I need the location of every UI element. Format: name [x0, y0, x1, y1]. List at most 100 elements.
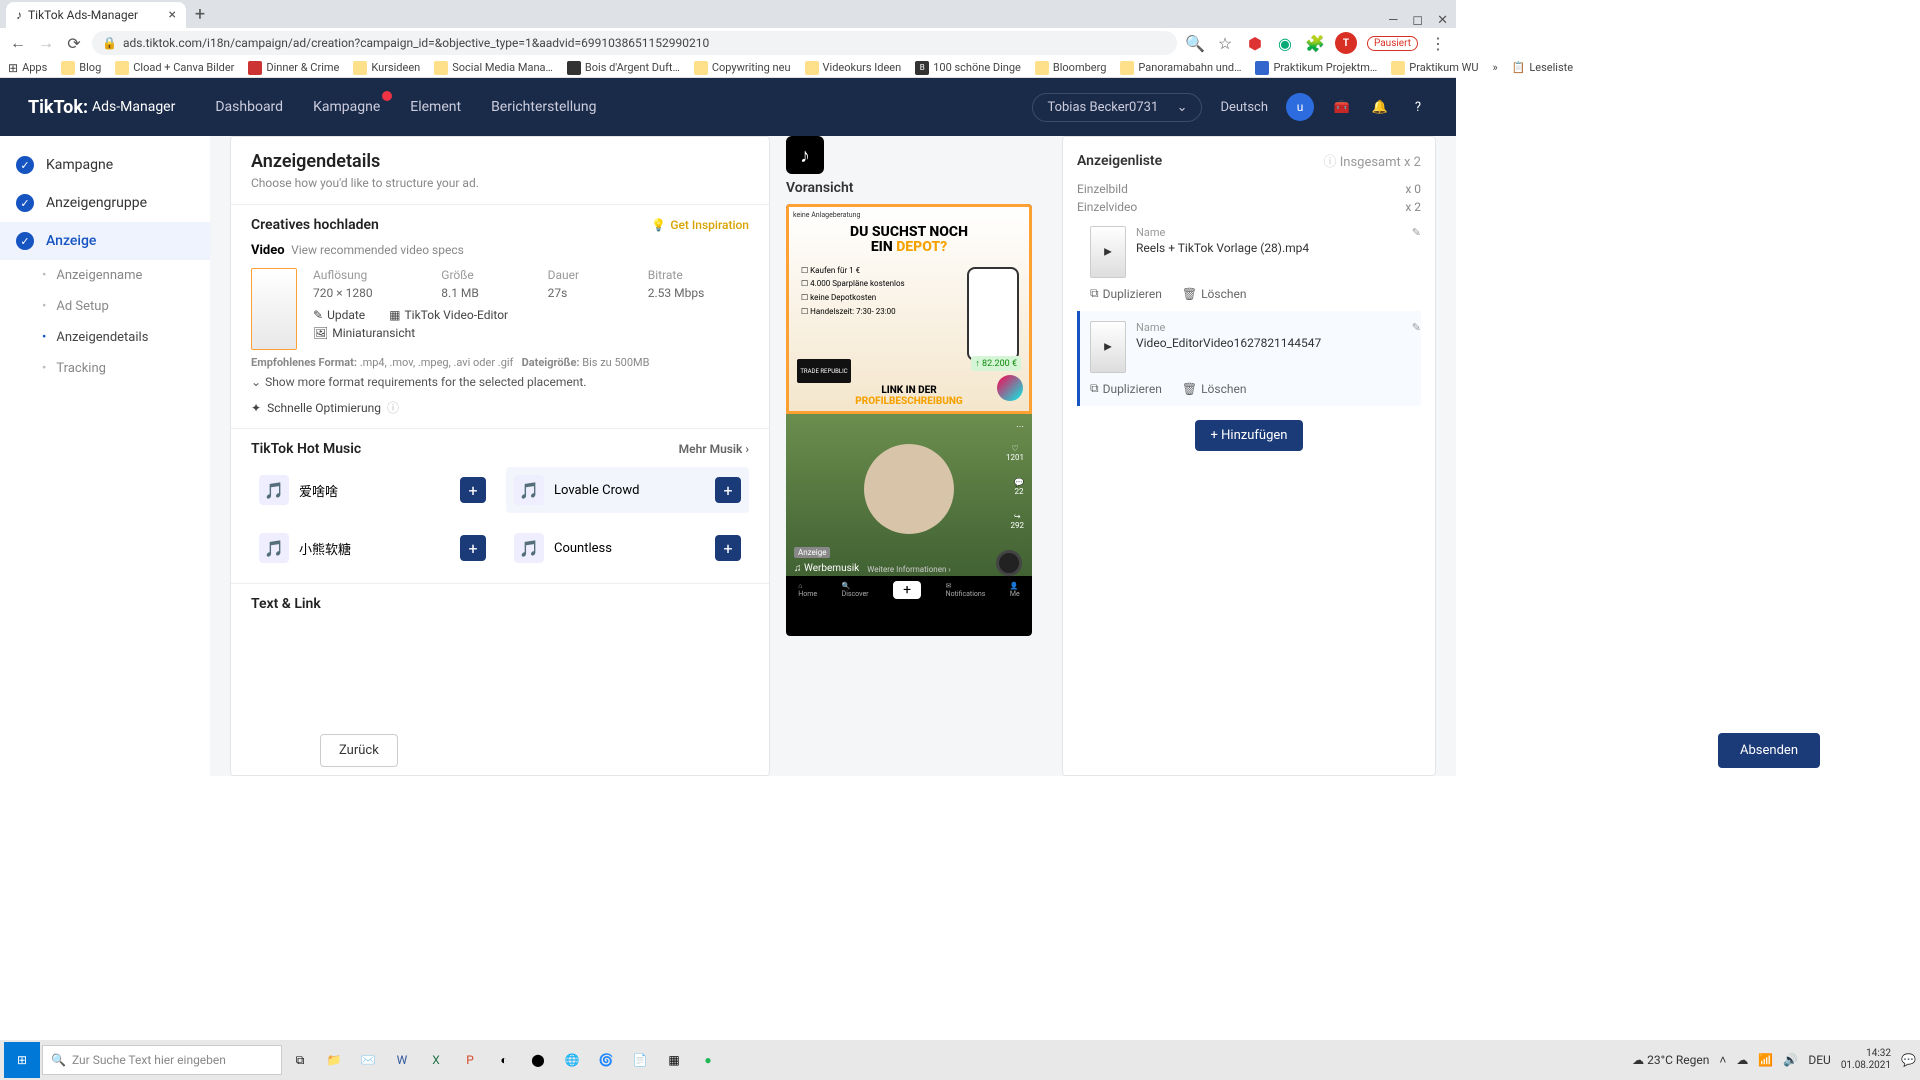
- add-music-button[interactable]: +: [715, 477, 741, 503]
- home-icon[interactable]: ⌂Home: [798, 582, 817, 598]
- edge-icon[interactable]: 🌀: [590, 1044, 622, 1076]
- notifications-icon[interactable]: 💬: [1901, 1053, 1916, 1067]
- extension-icon-2[interactable]: ◉: [1275, 33, 1295, 53]
- update-video-button[interactable]: ✎Update: [313, 308, 365, 322]
- music-track[interactable]: 🎵Lovable Crowd+: [506, 467, 749, 513]
- explorer-icon[interactable]: 📁: [318, 1044, 350, 1076]
- bookmark-item[interactable]: Videokurs Ideen: [805, 61, 902, 75]
- ad-card[interactable]: Name✎ Reels + TikTok Vorlage (28).mp4 ⧉D…: [1077, 216, 1421, 311]
- bookmark-item[interactable]: Panoramabahn und…: [1120, 61, 1241, 75]
- get-inspiration-link[interactable]: 💡Get Inspiration: [651, 218, 749, 232]
- tray-chevron-icon[interactable]: ˄: [1719, 1053, 1726, 1067]
- fast-optimization-toggle[interactable]: ✦Schnelle Optimierungⓘ: [251, 399, 749, 416]
- taskbar-search[interactable]: 🔍 Zur Suche Text hier eingeben: [42, 1045, 282, 1075]
- window-close-icon[interactable]: ✕: [1437, 13, 1448, 28]
- window-maximize-icon[interactable]: ◻: [1412, 13, 1423, 28]
- app-icon-2[interactable]: ▦: [658, 1044, 690, 1076]
- step-campaign[interactable]: ✓Kampagne: [0, 146, 210, 184]
- extension-icon[interactable]: ⬢: [1245, 33, 1265, 53]
- show-more-requirements[interactable]: ⌄Show more format requirements for the s…: [251, 375, 749, 389]
- obs-icon[interactable]: ⬤: [522, 1044, 554, 1076]
- nav-campaign[interactable]: Kampagne: [313, 99, 380, 115]
- comment-icon[interactable]: 💬: [1014, 478, 1024, 487]
- heart-icon[interactable]: ♡: [1011, 444, 1018, 453]
- add-music-button[interactable]: +: [460, 477, 486, 503]
- powerpoint-icon[interactable]: P: [454, 1044, 486, 1076]
- video-thumbnail[interactable]: [251, 268, 297, 350]
- duplicate-button[interactable]: ⧉Duplizieren: [1090, 381, 1162, 396]
- reload-icon[interactable]: ⟳: [64, 33, 84, 53]
- mail-icon[interactable]: ✉️: [352, 1044, 384, 1076]
- bookmark-overflow[interactable]: »: [1492, 61, 1497, 74]
- share-icon[interactable]: ↪: [1014, 512, 1021, 521]
- task-view-icon[interactable]: ⧉: [284, 1044, 316, 1076]
- help-icon[interactable]: ?: [1408, 97, 1428, 117]
- notepad-icon[interactable]: 📄: [624, 1044, 656, 1076]
- browser-tab[interactable]: ♪ TikTok Ads-Manager ×: [6, 2, 186, 28]
- chrome-menu-icon[interactable]: ⋮: [1428, 33, 1448, 53]
- clock[interactable]: 14:32 01.08.2021: [1841, 1048, 1891, 1072]
- nav-element[interactable]: Element: [410, 99, 461, 115]
- word-icon[interactable]: W: [386, 1044, 418, 1076]
- apps-bookmark[interactable]: ⊞Apps: [8, 61, 47, 75]
- excel-icon[interactable]: X: [420, 1044, 452, 1076]
- video-editor-button[interactable]: ▦TikTok Video-Editor: [389, 308, 508, 322]
- bookmark-item[interactable]: Praktikum WU: [1391, 61, 1478, 75]
- user-avatar[interactable]: u: [1286, 93, 1314, 121]
- view-specs-link[interactable]: View recommended video specs: [291, 243, 464, 257]
- nav-dashboard[interactable]: Dashboard: [215, 99, 283, 115]
- bookmark-item[interactable]: Cload + Canva Bilder: [115, 61, 234, 75]
- info-icon[interactable]: ⓘ: [387, 399, 399, 416]
- duplicate-button[interactable]: ⧉Duplizieren: [1090, 286, 1162, 301]
- bookmark-item[interactable]: Dinner & Crime: [248, 61, 339, 75]
- submit-button[interactable]: Absenden: [1718, 733, 1820, 768]
- music-track[interactable]: 🎵爱啥啥+: [251, 467, 494, 513]
- bookmark-item[interactable]: Blog: [61, 61, 101, 75]
- substep-adsetup[interactable]: Ad Setup: [26, 291, 210, 322]
- discover-icon[interactable]: 🔍Discover: [842, 582, 869, 598]
- account-selector[interactable]: Tobias Becker0731 ⌄: [1032, 93, 1202, 122]
- add-music-button[interactable]: +: [460, 535, 486, 561]
- substep-tracking[interactable]: Tracking: [26, 353, 210, 384]
- bookmark-item[interactable]: Social Media Mana…: [434, 61, 553, 75]
- extensions-puzzle-icon[interactable]: 🧩: [1305, 33, 1325, 53]
- bookmark-item[interactable]: Copywriting neu: [694, 61, 791, 75]
- bookmark-item[interactable]: Kursideen: [353, 61, 420, 75]
- step-ad[interactable]: ✓Anzeige: [0, 222, 210, 260]
- star-icon[interactable]: ☆: [1215, 33, 1235, 53]
- substep-adname[interactable]: Anzeigenname: [26, 260, 210, 291]
- bookmark-item[interactable]: Praktikum Projektm…: [1255, 61, 1377, 75]
- tiktok-logo[interactable]: TikTok: Ads-Manager: [28, 97, 175, 118]
- profile-avatar[interactable]: T: [1335, 32, 1357, 54]
- bookmark-item[interactable]: B100 schöne Dinge: [915, 61, 1021, 75]
- reading-list-button[interactable]: 📋 Leseliste: [1512, 61, 1573, 74]
- create-icon[interactable]: +: [893, 581, 921, 599]
- profile-icon[interactable]: 👤Me: [1010, 582, 1020, 598]
- app-icon[interactable]: ◐: [488, 1044, 520, 1076]
- bookmark-item[interactable]: Bois d'Argent Duft…: [567, 61, 680, 75]
- edit-name-icon[interactable]: ✎: [1412, 226, 1421, 239]
- info-icon[interactable]: ⓘ: [1323, 155, 1336, 170]
- thumbnail-button[interactable]: 🖼Miniaturansicht: [313, 326, 415, 340]
- zoom-icon[interactable]: 🔍: [1185, 33, 1205, 53]
- music-track[interactable]: 🎵小熊软糖+: [251, 525, 494, 571]
- substep-addetails[interactable]: Anzeigendetails: [26, 322, 210, 353]
- spotify-icon[interactable]: ●: [692, 1044, 724, 1076]
- address-bar[interactable]: 🔒 ads.tiktok.com/i18n/campaign/ad/creati…: [92, 31, 1177, 55]
- volume-icon[interactable]: 🔊: [1783, 1053, 1798, 1067]
- add-ad-button[interactable]: + Hinzufügen: [1195, 420, 1304, 451]
- onedrive-icon[interactable]: ☁: [1736, 1053, 1748, 1067]
- step-adgroup[interactable]: ✓Anzeigengruppe: [0, 184, 210, 222]
- language-indicator[interactable]: DEU: [1808, 1053, 1830, 1067]
- more-info-link[interactable]: Weitere Informationen ›: [867, 565, 951, 574]
- window-minimize-icon[interactable]: —: [1388, 13, 1398, 28]
- more-icon[interactable]: ⋯: [1016, 422, 1024, 431]
- delete-button[interactable]: 🗑Löschen: [1182, 286, 1247, 301]
- bookmark-item[interactable]: Bloomberg: [1035, 61, 1107, 75]
- tiktok-app-icon[interactable]: ♪: [786, 136, 824, 174]
- windows-start-icon[interactable]: ⊞: [4, 1042, 40, 1078]
- ad-thumbnail[interactable]: [1090, 226, 1126, 278]
- ad-card[interactable]: Name✎ Video_EditorVideo1627821144547 ⧉Du…: [1077, 311, 1421, 406]
- forward-icon[interactable]: →: [36, 33, 56, 53]
- new-tab-button[interactable]: +: [186, 0, 214, 28]
